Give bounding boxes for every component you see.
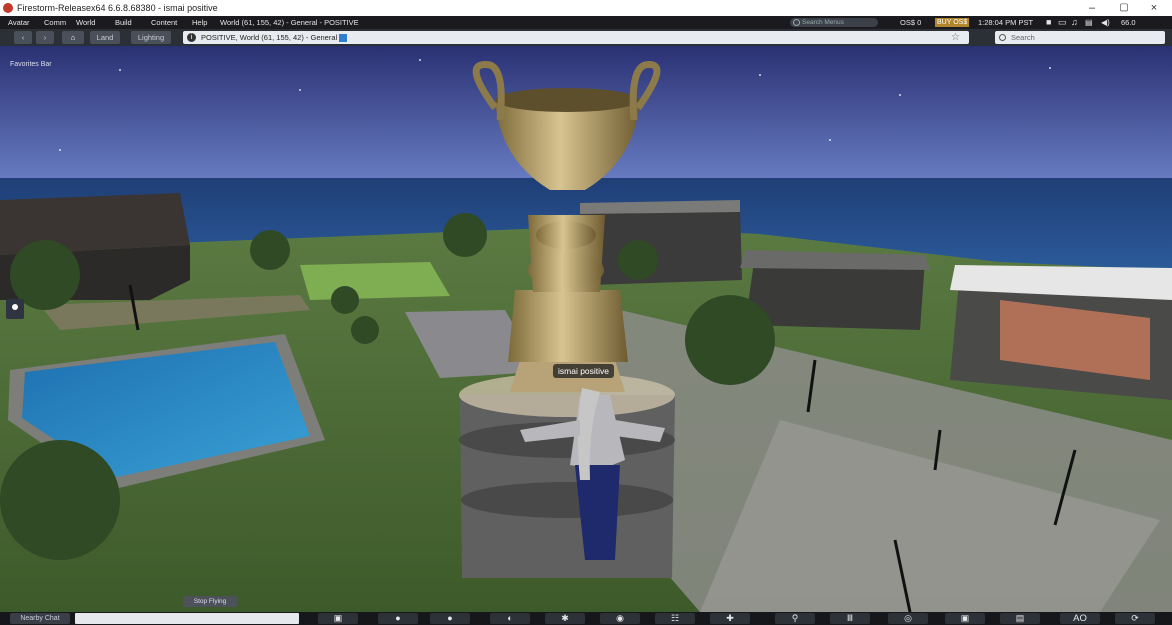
toolbar-map-button[interactable]: Ⅲ bbox=[830, 613, 870, 624]
main-menubar: Avatar Comm World Build Content Help Wor… bbox=[0, 16, 1172, 29]
toolbar-notes-button[interactable]: ▤ bbox=[1000, 613, 1040, 624]
toolbar-appearance-button[interactable]: ✚ bbox=[710, 613, 750, 624]
media-icon[interactable]: ▤ bbox=[1085, 16, 1093, 29]
favorites-bar: Favorites Bar bbox=[10, 61, 52, 68]
search-menus-placeholder: Search Menus bbox=[802, 19, 844, 26]
toolbar-chat-button[interactable]: ● bbox=[378, 613, 418, 624]
firestorm-logo-icon bbox=[3, 3, 13, 13]
nearby-chat-button[interactable]: Nearby Chat bbox=[10, 613, 70, 624]
home-button[interactable]: ⌂ bbox=[62, 31, 84, 44]
search-icon bbox=[793, 19, 800, 26]
balance-display[interactable]: OS$ 0 bbox=[900, 16, 921, 29]
toolbar-snapshot-button[interactable]: ▣ bbox=[945, 613, 985, 624]
minimize-button[interactable]: – bbox=[1080, 0, 1104, 16]
search-menus-input[interactable]: Search Menus bbox=[790, 18, 878, 27]
bottom-toolbar: Nearby Chat ▣ ● ● ◐ ✱ ◉ ☷ ✚ ⚲ Ⅲ ◎ ▣ ▤ AO… bbox=[0, 612, 1172, 625]
window-titlebar: Firestorm-Releasex64 6.6.8.68380 - ismai… bbox=[0, 0, 1172, 16]
search-placeholder: Search bbox=[1011, 33, 1035, 42]
forward-button[interactable]: › bbox=[36, 31, 54, 44]
toolbar-walk-button[interactable]: ✱ bbox=[545, 613, 585, 624]
toolbar-people-button[interactable]: ☷ bbox=[655, 613, 695, 624]
navigation-bar: ‹ › ⌂ Land Lighting i POSITIVE, World (6… bbox=[0, 29, 1172, 46]
toolbar-minimap-button[interactable]: ◎ bbox=[888, 613, 928, 624]
menu-world[interactable]: World bbox=[76, 16, 95, 29]
search-input[interactable]: Search bbox=[995, 31, 1165, 44]
parcel-flag-icon bbox=[339, 34, 348, 43]
volume-icon[interactable]: ◀) bbox=[1101, 16, 1110, 29]
menu-content[interactable]: Content bbox=[151, 16, 177, 29]
menu-help[interactable]: Help bbox=[192, 16, 207, 29]
back-button[interactable]: ‹ bbox=[14, 31, 32, 44]
toolbar-search-button[interactable]: ⚲ bbox=[775, 613, 815, 624]
toolbar-speak-button[interactable]: ◐ bbox=[490, 613, 530, 624]
music-icon[interactable]: ♫ bbox=[1071, 16, 1078, 29]
toolbar-inventory-button[interactable]: ▣ bbox=[318, 613, 358, 624]
world-viewport[interactable] bbox=[0, 46, 1172, 612]
monitor-icon[interactable]: ▭ bbox=[1058, 16, 1067, 29]
search-icon bbox=[999, 34, 1006, 41]
maximize-button[interactable]: ▢ bbox=[1112, 0, 1136, 16]
toolbar-voice-button[interactable]: ● bbox=[430, 613, 470, 624]
menubar-location[interactable]: World (61, 155, 42) - General - POSITIVE bbox=[220, 16, 359, 29]
menu-comm[interactable]: Comm bbox=[44, 16, 66, 29]
chat-input[interactable] bbox=[75, 613, 299, 624]
toolbar-view-button[interactable]: ◉ bbox=[600, 613, 640, 624]
land-button[interactable]: Land bbox=[90, 31, 120, 44]
location-pin-icon[interactable] bbox=[6, 299, 24, 319]
menu-avatar[interactable]: Avatar bbox=[8, 16, 30, 29]
stop-flying-button[interactable]: Stop Flying bbox=[183, 596, 237, 607]
buy-currency-button[interactable]: BUY OS$ bbox=[935, 18, 970, 27]
close-button[interactable]: × bbox=[1142, 0, 1166, 16]
location-text: POSITIVE, World (61, 155, 42) - General bbox=[201, 31, 348, 44]
window-title: Firestorm-Releasex64 6.6.8.68380 - ismai… bbox=[17, 3, 218, 13]
lighting-button[interactable]: Lighting bbox=[131, 31, 171, 44]
location-input[interactable]: i POSITIVE, World (61, 155, 42) - Genera… bbox=[183, 31, 969, 44]
favorite-star-icon[interactable]: ☆ bbox=[951, 31, 960, 44]
toolbar-refresh-button[interactable]: ⟳ bbox=[1115, 613, 1155, 624]
avatar-name-tag: ismai positive bbox=[553, 364, 615, 378]
clock-display: 1:28:04 PM PST bbox=[978, 18, 1034, 27]
volume-level: 66.0 bbox=[1121, 18, 1136, 27]
toolbar-ao-button[interactable]: AO bbox=[1060, 613, 1100, 624]
info-icon[interactable]: i bbox=[187, 33, 196, 42]
camera-icon[interactable]: ■ bbox=[1046, 16, 1051, 29]
menu-build[interactable]: Build bbox=[115, 16, 132, 29]
world-scene bbox=[0, 46, 1172, 612]
